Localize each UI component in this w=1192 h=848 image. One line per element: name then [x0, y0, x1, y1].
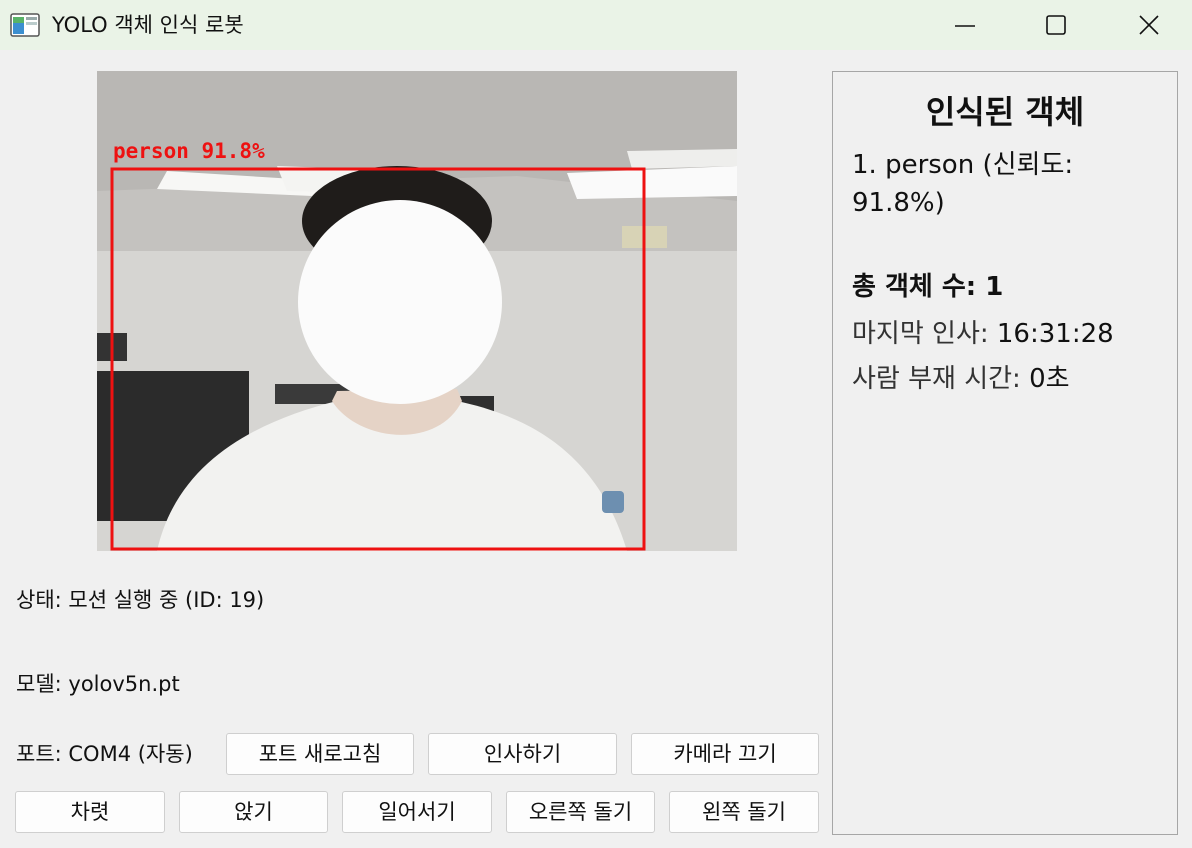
- status-text: 상태: 모션 실행 중 (ID: 19): [16, 588, 265, 612]
- object-list-item: 1. person (신뢰도: 91.8%): [852, 150, 1074, 218]
- turn-right-button[interactable]: 오른쪽 돌기: [506, 791, 655, 833]
- last-greet-value: 16:31:28: [996, 319, 1114, 349]
- maximize-button[interactable]: [1025, 0, 1087, 50]
- absence-time-value: 0초: [1029, 364, 1070, 394]
- attention-button[interactable]: 차렷: [15, 791, 165, 833]
- total-objects: 총 객체 수: 1: [852, 268, 1003, 306]
- total-objects-value: 1: [985, 272, 1004, 302]
- minimize-icon: [955, 25, 975, 27]
- refresh-port-button[interactable]: 포트 새로고침: [226, 733, 414, 775]
- title-bar: YOLO 객체 인식 로봇: [0, 0, 1192, 50]
- window-title: YOLO 객체 인식 로봇: [52, 13, 244, 37]
- port-text: 포트: COM4 (자동): [16, 742, 193, 766]
- panel-title: 인식된 객체: [925, 93, 1085, 131]
- absence-time-label: 사람 부재 시간:: [852, 364, 1030, 394]
- maximize-icon: [1046, 15, 1066, 35]
- total-objects-label: 총 객체 수:: [852, 272, 986, 302]
- sit-button[interactable]: 앉기: [179, 791, 328, 833]
- close-icon: [1139, 15, 1159, 35]
- camera-off-button[interactable]: 카메라 끄기: [631, 733, 819, 775]
- app-window-icon: [10, 13, 40, 37]
- detected-objects-panel: 인식된 객체 1. person (신뢰도: 91.8%) 총 객체 수: 1 …: [832, 71, 1178, 835]
- greet-button[interactable]: 인사하기: [428, 733, 617, 775]
- model-text: 모델: yolov5n.pt: [16, 672, 180, 696]
- stand-up-button[interactable]: 일어서기: [342, 791, 492, 833]
- last-greet-label: 마지막 인사:: [852, 319, 997, 349]
- close-button[interactable]: [1118, 0, 1180, 50]
- last-greet-row: 마지막 인사: 16:31:28: [852, 315, 1114, 353]
- detection-label: person 91.8%: [113, 139, 265, 163]
- absence-time-row: 사람 부재 시간: 0초: [852, 360, 1070, 398]
- turn-left-button[interactable]: 왼쪽 돌기: [669, 791, 819, 833]
- camera-feed: person 91.8%: [97, 71, 737, 551]
- minimize-button[interactable]: [934, 0, 996, 50]
